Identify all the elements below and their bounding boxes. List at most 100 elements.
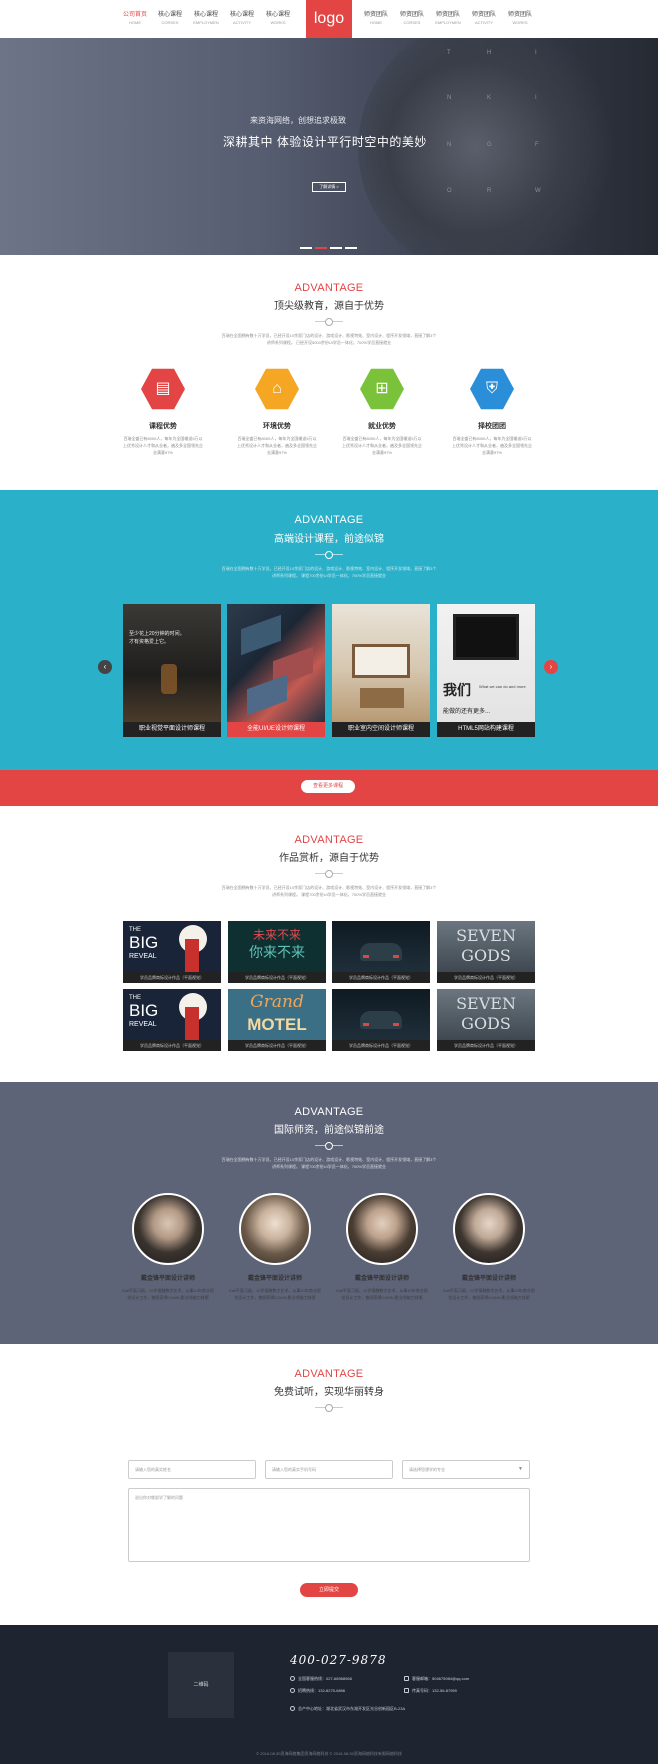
work-art-text: SEVEN [456,926,516,945]
hero-letter: K [487,95,492,101]
section-title: 高端设计课程，前途似锦 [274,534,384,545]
course-select[interactable]: 请选择您想学的专业 ▼ [402,1460,530,1479]
taillight-shape [363,1023,369,1026]
contact-recruit: 招聘热线：132-8275-6896 [290,1688,345,1694]
work-art-text: BIG [129,1001,159,1020]
work-caption: 学员品牌商标设计作品（平面视觉） [228,1040,326,1051]
hero-letter: N [447,142,452,148]
advantage-desc: 百瑞全盛已有8000人，每年为全国输送5万以上优秀设计人才和从业者，遍及多全国领… [342,436,422,455]
work-art-text: 你来不来 [249,944,305,960]
course-card[interactable]: 我们 What we can do and more 能做的还有更多... HT… [437,604,535,737]
course-card[interactable]: 至少花上20分钟的时间， 才有资格爱上它。 职业视觉平面设计师课程 [123,604,221,737]
teacher-card[interactable]: 戴金锋平面设计讲师 Kali平面习画，12岁接触数字艺术，从事10年商业视觉设计… [434,1193,544,1301]
advantage-title: 就业优势 [368,423,396,430]
monitor-shape [453,614,519,660]
section-divider [315,1404,343,1412]
course-label: 全能UI/UE设计师课程 [227,722,325,737]
hero-letter: G [487,142,492,148]
teacher-desc: Kali平面习画，12岁接触数字艺术，从事10年商业视觉设计工作，曾经获得ICA… [443,1288,535,1300]
advantage-title: 课程优势 [149,423,177,430]
qr-code-image: 二维码 [168,1652,234,1718]
course-image-text-en: What we can do and more [479,684,526,689]
work-image: SEVEN GODS [437,989,535,1040]
lantern-shape [161,664,177,694]
section-divider [315,870,343,878]
carousel-dot[interactable] [300,247,312,249]
taillight-shape [393,1023,399,1026]
section-title-en: ADVANTAGE [294,834,364,846]
contact-text: 全国客服热线：027-68968968 [298,1676,352,1681]
employment-icon: ⊞ [360,368,404,410]
screen-shape [241,614,281,656]
avatar [453,1193,525,1265]
carousel-next-button[interactable]: › [544,660,558,674]
section-title: 作品赏析，源自于优势 [279,853,379,864]
logo[interactable]: logo [306,0,352,38]
nav-label: 核心课程 [265,12,290,18]
work-card[interactable]: 未来不来 你来不来 学员品牌商标设计作品（平面视觉） [228,921,326,983]
teacher-desc: Kali平面习画，12岁接触数字艺术，从事10年商业视觉设计工作，曾经获得ICA… [229,1288,321,1300]
submit-button[interactable]: 立即提交 [300,1583,358,1597]
hero-title: 深耕其中 体验设计平行时空中的美妙 [223,135,427,149]
nav-item-works[interactable]: 核心课程 WORKS [256,11,300,26]
teacher-card[interactable]: 戴金锋平面设计讲师 Kali平面习画，12岁接触数字艺术，从事10年商业视觉设计… [220,1193,330,1301]
hero-detail-button[interactable]: 了解详情 > [312,182,346,192]
work-card[interactable]: SEVEN GODS 学员品牌商标设计作品（平面视觉） [437,989,535,1051]
hero-letter: W [535,188,541,194]
teacher-card[interactable]: 戴金锋平面设计讲师 Kali平面习画，12岁接触数字艺术，从事10年商业视觉设计… [113,1193,223,1301]
work-image: SEVEN GODS [437,921,535,972]
work-card[interactable]: SEVEN GODS 学员品牌商标设计作品（平面视觉） [437,921,535,983]
contact-address: 总产中心地址：湖北省武汉市东湖开发区光谷创新园区B-23A [290,1706,405,1712]
name-field[interactable]: 请输入您的真实姓名 [128,1460,256,1479]
nav-item-team-works[interactable]: 师资团队 WORKS [498,11,542,26]
course-image-text: 能做的还有更多... [443,709,491,715]
screen-shape [247,674,287,716]
shield-icon: ⛨ [470,368,514,410]
hero-carousel-dots [300,236,360,254]
avatar [132,1193,204,1265]
hero-subtitle: 来资海网络，创想追求极致 [250,116,346,125]
message-textarea[interactable]: 说出你对哪部学了解的问题 [128,1488,530,1562]
course-card[interactable]: 全能UI/UE设计师课程 [227,604,325,737]
work-art-text: REVEAL [129,953,157,960]
carousel-dot[interactable] [345,247,357,249]
contact-fax: 传真号码：132-56-87959 [404,1688,457,1694]
course-card[interactable]: 职业室内空间设计师课程 [332,604,430,737]
course-image-text-line: 至少花上20分钟的时间， [129,631,185,637]
contact-text: 招聘热线：132-8275-6896 [298,1688,346,1693]
figure-shape [185,939,199,972]
carousel-dot[interactable] [315,247,327,249]
advantage-item: ▤ 课程优势 百瑞全盛已有8000人，每年为全国输送5万以上优秀设计人才和从业者… [111,367,215,456]
carousel-prev-button[interactable]: ‹ [98,660,112,674]
work-art-text: 未来不来 [252,928,301,942]
hero-letter: O [447,188,452,194]
footer-phone: 400-027-9878 [290,1653,387,1667]
teacher-name: 戴金锋平面设计讲师 [247,1276,302,1282]
work-card[interactable]: 学员品牌商标设计作品（平面视觉） [332,989,430,1051]
phone-field[interactable]: 请输入您的真实手机号码 [265,1460,393,1479]
section-divider [315,318,343,326]
work-image [332,921,430,972]
hero-banner: 来资海网络，创想追求极致 深耕其中 体验设计平行时空中的美妙 了解详情 > T … [0,38,658,255]
work-card[interactable]: THE BIG REVEAL 学员品牌商标设计作品（平面视觉） [123,989,221,1051]
work-card[interactable]: Grand MOTEL 学员品牌商标设计作品（平面视觉） [228,989,326,1051]
top-navbar: 公司首页 HOME 核心课程 CORSES 核心课程 EMPLOYMEN 核心课程 AC… [0,0,658,38]
advantage-item: ⛨ 择校团团 百瑞全盛已有8000人，每年为全国输送5万以上优秀设计人才和从业者… [440,367,544,456]
advantage-desc: 百瑞全盛已有8000人，每年为全国输送5万以上优秀设计人才和从业者，遍及多全国领… [452,436,532,455]
section-desc: 百瑞在全国拥有数十万学员，已经开设10余家门店的设计、游戏设计、影视特效、室内设… [220,1156,438,1170]
teacher-card[interactable]: 戴金锋平面设计讲师 Kali平面习画，12岁接触数字艺术，从事10年商业视觉设计… [327,1193,437,1301]
nav-label: 师资团队 [507,12,532,18]
hero-letter: T [447,50,451,56]
advantage-desc: 百瑞全盛已有8000人，每年为全国输送5万以上优秀设计人才和从业者，遍及多全国领… [237,436,317,455]
work-card[interactable]: THE BIG REVEAL 学员品牌商标设计作品（平面视觉） [123,921,221,983]
work-card[interactable]: 学员品牌商标设计作品（平面视觉） [332,921,430,983]
more-courses-button[interactable]: 查看更多课程 [301,780,355,793]
work-art-text: GODS [461,1014,511,1033]
work-image: THE BIG REVEAL [123,989,221,1040]
work-caption: 学员品牌商标设计作品（平面视觉） [123,1040,221,1051]
carousel-dot[interactable] [330,247,342,249]
section-desc: 百瑞在全国拥有数十万学员，已经开设10余家门店的设计、游戏设计、影视特效、室内设… [220,332,438,346]
car-shape [360,1011,402,1029]
work-image: THE BIG REVEAL [123,921,221,972]
work-image: 未来不来 你来不来 [228,921,326,972]
